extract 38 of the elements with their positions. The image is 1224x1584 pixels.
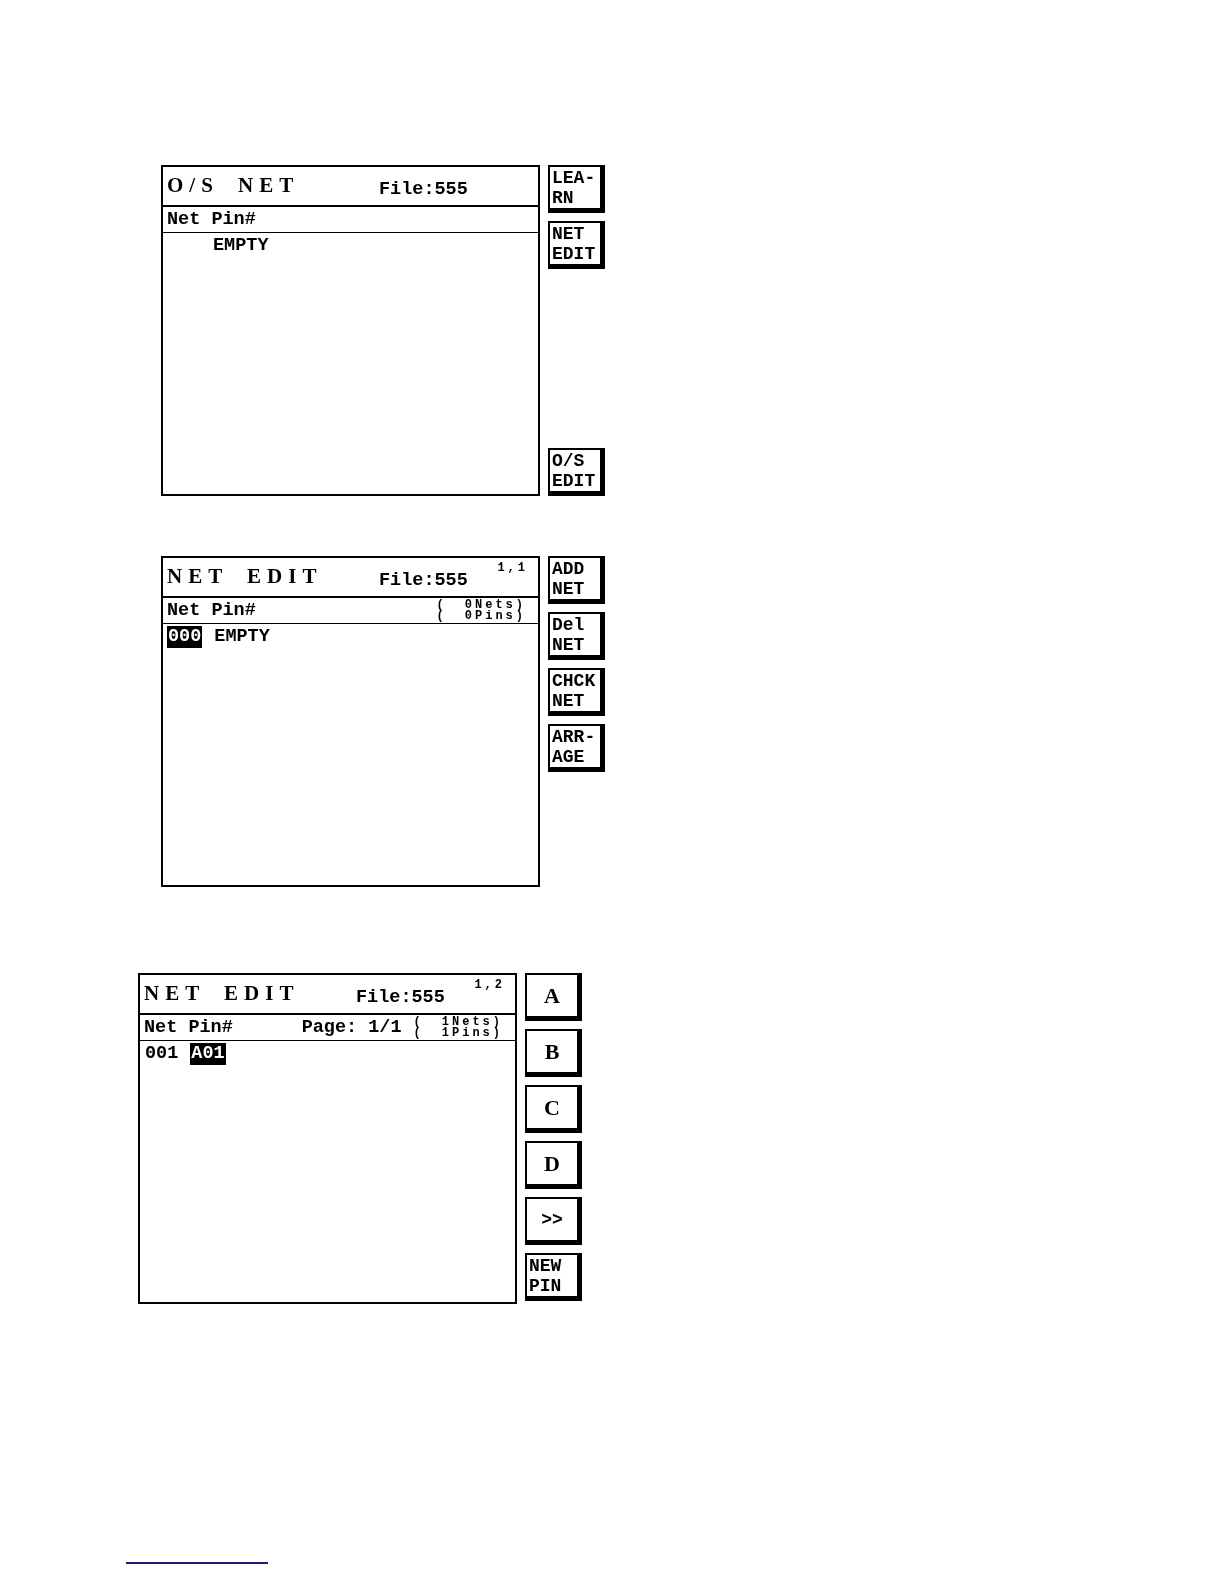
- cursor-position: 1,2: [474, 979, 505, 991]
- count-bracket: (: [436, 599, 447, 611]
- pin-name[interactable]: EMPTY: [213, 626, 271, 648]
- cursor-position: 1,1: [497, 562, 528, 574]
- page-indicator: Page: 1/1: [301, 1016, 402, 1039]
- column-header: Net Pin#: [167, 208, 256, 231]
- side-key-button[interactable]: B: [525, 1029, 582, 1077]
- side-key-button[interactable]: ADD NET: [548, 556, 605, 604]
- side-key-button[interactable]: NEW PIN: [525, 1253, 582, 1301]
- file-label: File:555: [379, 179, 468, 201]
- count-label: 0Nets): [464, 599, 526, 611]
- pin-name[interactable]: EMPTY: [212, 235, 270, 257]
- pin-name[interactable]: A01: [190, 1043, 226, 1065]
- count-label: 1Nets): [441, 1016, 503, 1028]
- count-bracket: (: [413, 1027, 424, 1039]
- column-header: Net Pin#: [167, 599, 256, 622]
- side-key-button[interactable]: CHCK NET: [548, 668, 605, 716]
- side-key-button[interactable]: ARR- AGE: [548, 724, 605, 772]
- count-bracket: (: [436, 610, 447, 622]
- side-key-button[interactable]: >>: [525, 1197, 582, 1245]
- column-header: Net Pin#: [144, 1016, 233, 1039]
- side-key-button[interactable]: A: [525, 973, 582, 1021]
- file-label: File:555: [356, 987, 445, 1009]
- net-number[interactable]: 000: [167, 626, 203, 648]
- count-bracket: (: [413, 1016, 424, 1028]
- screen-title: NET EDIT: [167, 564, 324, 590]
- side-key-button[interactable]: NET EDIT: [548, 221, 605, 269]
- count-label: 0Pins): [464, 610, 526, 622]
- screen-title: NET EDIT: [144, 981, 301, 1007]
- side-key-button[interactable]: LEA- RN: [548, 165, 605, 213]
- count-label: 1Pins): [441, 1027, 503, 1039]
- screen-title: O/S NET: [167, 173, 301, 199]
- side-key-button[interactable]: Del NET: [548, 612, 605, 660]
- side-key-button[interactable]: D: [525, 1141, 582, 1189]
- net-number[interactable]: 001: [144, 1043, 180, 1065]
- side-key-button[interactable]: C: [525, 1085, 582, 1133]
- side-key-button[interactable]: O/S EDIT: [548, 448, 605, 496]
- file-label: File:555: [379, 570, 468, 592]
